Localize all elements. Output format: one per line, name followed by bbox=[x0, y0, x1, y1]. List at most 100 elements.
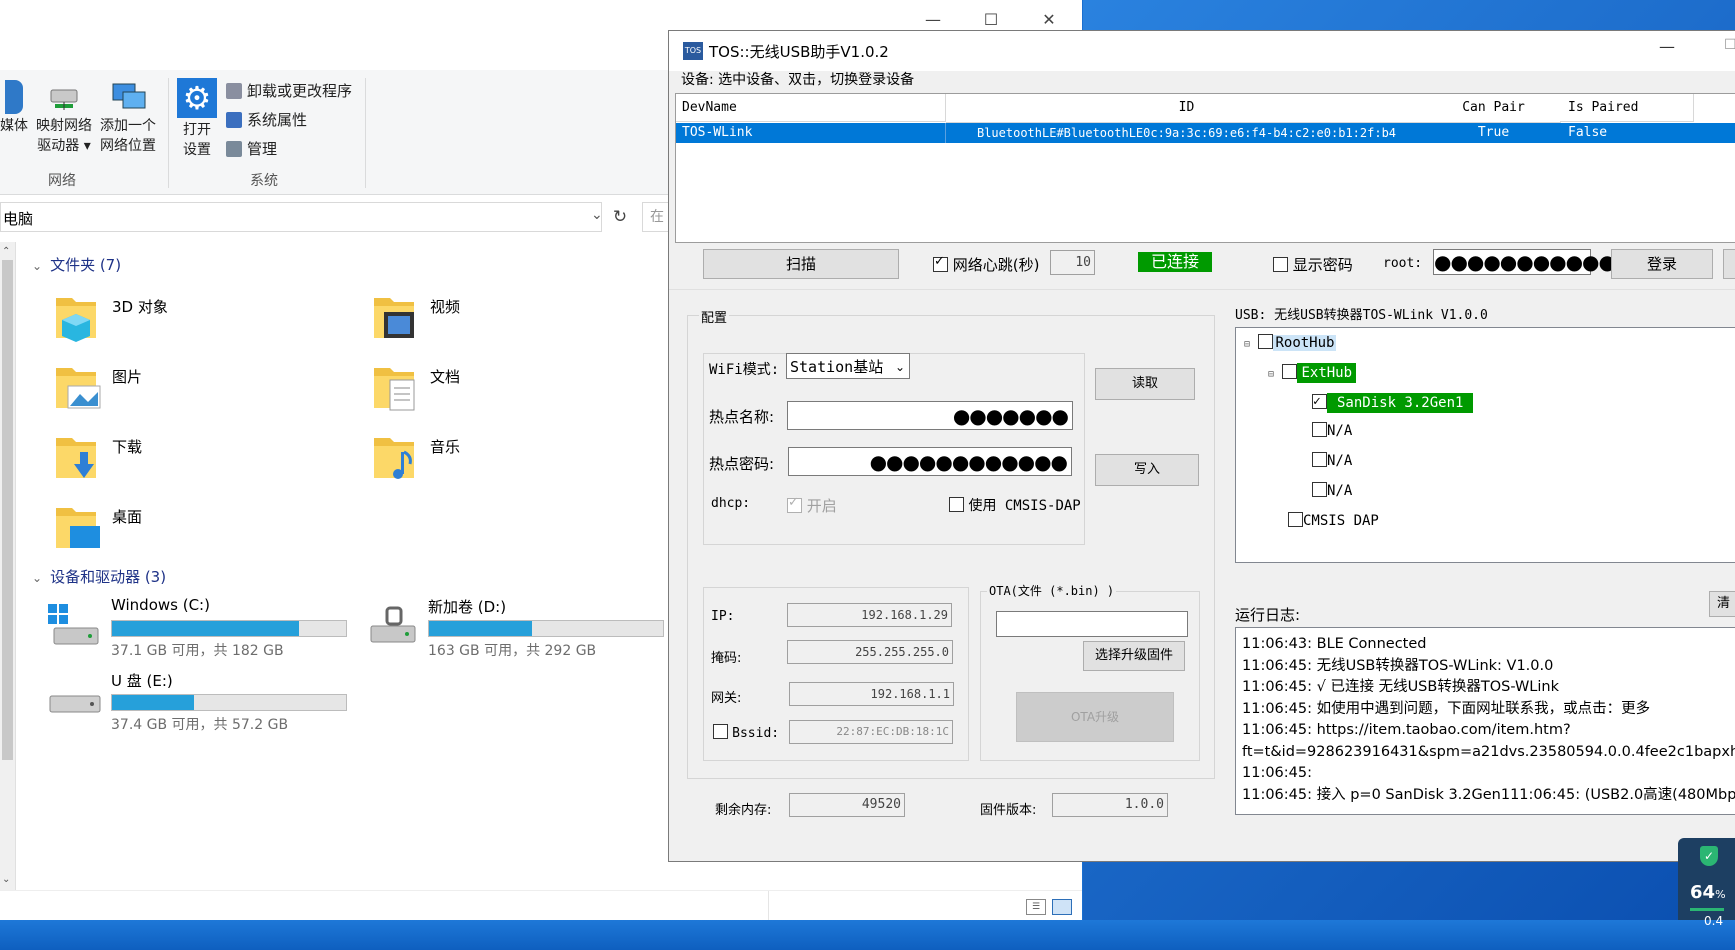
checkbox[interactable] bbox=[1282, 364, 1298, 379]
folder-desktop[interactable]: 桌面 bbox=[54, 500, 354, 560]
usb-tree[interactable]: ⊟ RootHub ⊟ ExtHub SanDisk 3.2Gen1 N/A N… bbox=[1235, 327, 1735, 563]
refresh-icon[interactable]: ↻ bbox=[606, 202, 634, 232]
select-firmware-button[interactable]: 选择升级固件 bbox=[1083, 641, 1185, 671]
folder-music[interactable]: 音乐 bbox=[372, 430, 672, 490]
checkbox[interactable] bbox=[1273, 257, 1288, 272]
folder-downloads[interactable]: 下载 bbox=[54, 430, 354, 490]
uninstall-program-button[interactable]: 卸载或更改程序 bbox=[226, 78, 352, 104]
checkbox[interactable] bbox=[1312, 482, 1327, 497]
extra-button[interactable] bbox=[1723, 249, 1735, 279]
ota-file-input[interactable] bbox=[996, 611, 1188, 637]
checkbox[interactable] bbox=[949, 497, 964, 512]
collapse-icon[interactable]: ⊟ bbox=[1244, 339, 1250, 350]
folder-pictures[interactable]: 图片 bbox=[54, 360, 354, 420]
show-password-checkbox[interactable]: 显示密码 bbox=[1273, 254, 1353, 275]
tree-node-exthub[interactable]: ⊟ ExtHub bbox=[1268, 362, 1357, 384]
gateway-input[interactable]: 192.168.1.1 bbox=[789, 682, 954, 706]
heartbeat-checkbox[interactable]: 网络心跳(秒) bbox=[933, 254, 1040, 275]
folders-section-header[interactable]: ⌄ 文件夹 (7) bbox=[32, 254, 121, 275]
wifi-password-input[interactable]: ●●●●●●●●●●●● bbox=[788, 447, 1072, 476]
map-drive-button[interactable]: 映射网络 驱动器 ▾ bbox=[32, 80, 96, 156]
scrollbar-thumb[interactable] bbox=[2, 260, 13, 760]
checkbox[interactable] bbox=[1312, 452, 1327, 467]
status-divider bbox=[768, 891, 769, 921]
collapse-icon[interactable]: ⊟ bbox=[1268, 369, 1274, 380]
root-password-input[interactable]: ●●●●●●●●●●● bbox=[1433, 249, 1616, 275]
ssid-input[interactable]: ●●●●●●● bbox=[787, 401, 1073, 430]
system-properties-button[interactable]: 系统属性 bbox=[226, 107, 307, 133]
drive-e[interactable]: U 盘 (E:) 37.4 GB 可用，共 57.2 GB bbox=[48, 670, 368, 734]
drive-name: U 盘 (E:) bbox=[111, 672, 173, 690]
tree-node-na-3[interactable]: N/A bbox=[1312, 480, 1352, 502]
checkbox-checked[interactable] bbox=[933, 254, 948, 272]
drive-d[interactable]: 新加卷 (D:) 163 GB 可用，共 292 GB bbox=[365, 596, 685, 660]
log-title: 运行日志: bbox=[1235, 606, 1301, 624]
address-bar[interactable]: 电脑 ⌄ bbox=[0, 202, 603, 232]
grid-cell-devname[interactable]: TOS-WLink bbox=[676, 123, 946, 143]
tree-node-na-1[interactable]: N/A bbox=[1312, 420, 1352, 442]
clear-log-button[interactable]: 清 bbox=[1709, 591, 1735, 617]
scan-button[interactable]: 扫描 bbox=[703, 249, 899, 279]
cmsis-dap-checkbox[interactable]: 使用 CMSIS-DAP bbox=[949, 495, 1081, 515]
checkbox-checked[interactable] bbox=[787, 495, 802, 513]
login-button[interactable]: 登录 bbox=[1611, 249, 1713, 279]
device-grid[interactable]: DevName ID Can Pair Is Paired TOS-WLink … bbox=[675, 93, 1735, 243]
large-icons-view-icon[interactable] bbox=[1052, 899, 1072, 915]
mask-input[interactable]: 255.255.255.0 bbox=[787, 640, 953, 664]
manage-button[interactable]: 管理 bbox=[226, 136, 277, 162]
maximize-button[interactable]: ☐ bbox=[1724, 37, 1735, 53]
drives-section-header[interactable]: ⌄ 设备和驱动器 (3) bbox=[32, 566, 166, 587]
security-percent: 64% bbox=[1690, 882, 1726, 903]
grid-cell-can-pair[interactable]: True bbox=[1427, 123, 1561, 143]
vertical-scrollbar[interactable]: ⌃ ⌄ bbox=[0, 242, 16, 890]
checkbox[interactable] bbox=[1288, 512, 1303, 527]
folder-3d-objects[interactable]: 3D 对象 bbox=[54, 290, 354, 350]
wifi-mode-select[interactable]: Station基站 ⌄ bbox=[786, 353, 910, 379]
grid-header-id[interactable]: ID bbox=[946, 94, 1428, 123]
chevron-down-icon[interactable]: ⌄ bbox=[591, 207, 603, 223]
media-label: 媒体 bbox=[0, 118, 28, 134]
drive-c[interactable]: Windows (C:) 37.1 GB 可用，共 182 GB bbox=[48, 596, 368, 660]
checkbox-checked[interactable] bbox=[1312, 391, 1327, 413]
downloads-icon bbox=[56, 438, 96, 478]
folders-header-text: 文件夹 (7) bbox=[50, 256, 122, 274]
add-network-location-button[interactable]: 添加一个 网络位置 bbox=[96, 80, 160, 156]
checkbox[interactable] bbox=[1312, 422, 1327, 437]
media-button[interactable]: 媒体 bbox=[0, 80, 28, 136]
grid-cell-is-paired[interactable]: False bbox=[1560, 123, 1735, 143]
grid-header-is-paired[interactable]: Is Paired bbox=[1560, 94, 1694, 122]
shield-icon: ✓ bbox=[1700, 846, 1718, 866]
tree-node-roothub[interactable]: ⊟ RootHub bbox=[1244, 332, 1337, 354]
checkbox[interactable] bbox=[1258, 334, 1274, 349]
folder-documents[interactable]: 文档 bbox=[372, 360, 672, 420]
taskbar bbox=[0, 920, 1735, 950]
manage-label: 管理 bbox=[247, 140, 278, 158]
tree-node-sandisk[interactable]: SanDisk 3.2Gen1 bbox=[1312, 391, 1474, 414]
grid-header-devname[interactable]: DevName bbox=[676, 94, 946, 122]
read-button[interactable]: 读取 bbox=[1095, 368, 1195, 400]
details-view-icon[interactable]: ☰ bbox=[1026, 899, 1046, 915]
bssid-checkbox[interactable]: Bssid: bbox=[713, 724, 779, 741]
tree-node-na-2[interactable]: N/A bbox=[1312, 450, 1352, 472]
checkbox[interactable] bbox=[713, 724, 728, 739]
security-widget[interactable]: ✓ 64% 0.4 bbox=[1678, 838, 1735, 928]
bssid-input[interactable]: 22:87:EC:DB:18:1C bbox=[789, 720, 953, 744]
heartbeat-input[interactable]: 10 bbox=[1050, 250, 1095, 275]
drive-free-space: 163 GB 可用，共 292 GB bbox=[428, 643, 597, 659]
write-button[interactable]: 写入 bbox=[1095, 454, 1199, 486]
scroll-down-icon[interactable]: ⌄ bbox=[2, 874, 10, 885]
grid-header-can-pair[interactable]: Can Pair bbox=[1427, 94, 1561, 123]
ip-input[interactable]: 192.168.1.29 bbox=[787, 603, 952, 627]
tree-node-cmsis[interactable]: CMSIS DAP bbox=[1288, 510, 1379, 532]
connected-status: 已连接 bbox=[1138, 252, 1212, 272]
log-output[interactable]: 11:06:43: BLE Connected 11:06:45: 无线USB转… bbox=[1235, 627, 1735, 815]
open-settings-button[interactable]: ⚙ 打开 设置 bbox=[174, 78, 220, 160]
grid-cell-id[interactable]: BluetoothLE#BluetoothLE0c:9a:3c:69:e6:f4… bbox=[946, 123, 1428, 143]
dhcp-enable-label: 开启 bbox=[806, 497, 837, 515]
ota-upgrade-button[interactable]: OTA升级 bbox=[1016, 692, 1174, 742]
security-percent-unit: % bbox=[1715, 888, 1726, 901]
folder-videos[interactable]: 视频 bbox=[372, 290, 672, 350]
minimize-button[interactable]: — bbox=[1659, 37, 1675, 56]
dhcp-enable-checkbox[interactable]: 开启 bbox=[787, 495, 837, 516]
scroll-up-icon[interactable]: ⌃ bbox=[2, 246, 10, 257]
